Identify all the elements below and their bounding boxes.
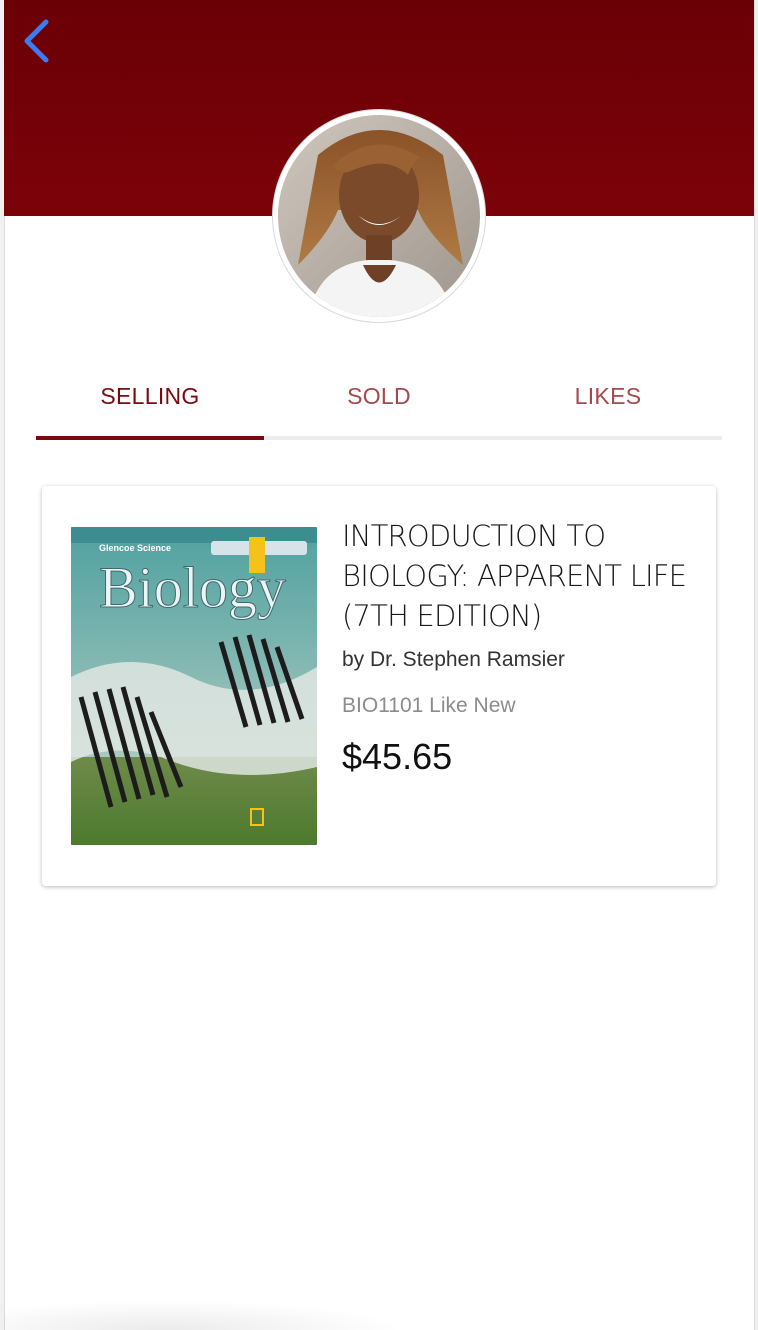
listing-author: by Dr. Stephen Ramsier <box>342 648 565 671</box>
listing-card[interactable]: Glencoe Science Biology INTRODUCTION TO … <box>42 486 716 886</box>
profile-photo <box>278 115 480 317</box>
profile-tabs: SELLING SOLD LIKES <box>36 360 722 440</box>
tab-selling[interactable]: SELLING <box>36 360 264 432</box>
book-cover-image: Glencoe Science Biology <box>71 527 317 845</box>
app-screen: SELLING SOLD LIKES Glencoe Science Biolo… <box>0 0 758 1330</box>
bottom-shadow <box>4 1300 404 1330</box>
tab-likes[interactable]: LIKES <box>494 360 722 432</box>
listing-details: INTRODUCTION TO BIOLOGY: APPARENT LIFE (… <box>342 516 692 778</box>
listing-course-condition: BIO1101 Like New <box>342 694 516 717</box>
listing-price: $45.65 <box>342 736 453 777</box>
chevron-left-icon <box>24 19 49 63</box>
tab-active-indicator <box>36 436 264 440</box>
frame-edge-right <box>754 0 758 1330</box>
book-cover-art: Glencoe Science Biology <box>71 527 317 845</box>
avatar[interactable] <box>273 110 485 322</box>
book-cover-title: Biology <box>99 555 286 620</box>
tab-sold[interactable]: SOLD <box>265 360 493 432</box>
listing-title: INTRODUCTION TO BIOLOGY: APPARENT LIFE (… <box>342 519 687 633</box>
back-button[interactable] <box>14 16 58 66</box>
svg-text:Glencoe Science: Glencoe Science <box>99 543 171 553</box>
